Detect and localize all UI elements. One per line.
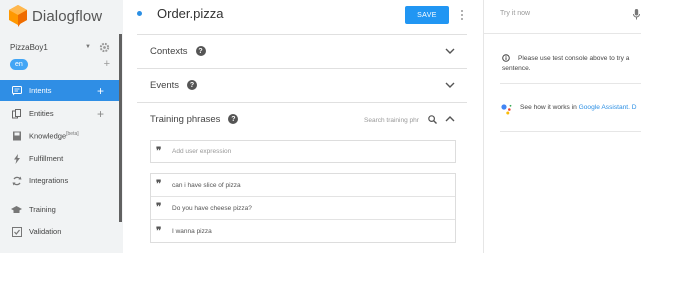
quote-icon: ❞	[156, 145, 162, 157]
search-icon[interactable]	[428, 115, 437, 124]
unsaved-indicator	[137, 11, 142, 16]
sidebar-scrollbar[interactable]	[119, 34, 122, 222]
intent-title[interactable]: Order.pizza	[157, 6, 223, 21]
help-icon[interactable]: ?	[195, 46, 206, 56]
contexts-section[interactable]: Contexts ?	[137, 34, 467, 67]
sidebar-item-label: Training	[29, 205, 56, 214]
sidebar-item-label: Fulfillment	[29, 154, 64, 163]
app-name: Dialogflow	[32, 7, 103, 25]
microphone-icon[interactable]	[633, 9, 640, 20]
integrations-icon	[11, 175, 22, 186]
dialogflow-logo-icon	[9, 5, 27, 27]
sidebar-item-entities[interactable]: Entities +	[0, 103, 120, 124]
google-assistant-text: See how it works in Google Assistant. D	[520, 104, 637, 111]
agent-selector[interactable]: PizzaBoy1 ▼	[10, 40, 110, 54]
save-button[interactable]: SAVE	[405, 6, 449, 24]
phrase-text: Do you have cheese pizza?	[172, 204, 252, 212]
google-assistant-link[interactable]: Google Assistant. D	[579, 104, 637, 111]
events-section[interactable]: Events ?	[137, 68, 467, 101]
divider	[484, 33, 641, 34]
more-options-icon[interactable]	[459, 8, 465, 22]
bolt-icon	[11, 153, 22, 164]
expression-placeholder: Add user expression	[172, 148, 232, 155]
list-item[interactable]: ❞ Do you have cheese pizza?	[151, 197, 455, 220]
help-icon[interactable]: ?	[228, 114, 239, 124]
sidebar-item-knowledge[interactable]: Knowledge[beta]	[0, 125, 120, 146]
sidebar-item-label: Intents	[29, 86, 52, 95]
caret-down-icon: ▼	[85, 44, 91, 50]
divider	[500, 131, 641, 132]
sidebar-item-label: Knowledge[beta]	[29, 130, 79, 141]
chat-icon	[11, 85, 22, 96]
sidebar-item-fulfillment[interactable]: Fulfillment	[0, 148, 120, 169]
training-search-input[interactable]: Search training phr	[364, 117, 424, 124]
language-row: en +	[10, 58, 110, 70]
logo[interactable]: Dialogflow	[9, 5, 102, 27]
graduation-cap-icon	[11, 204, 22, 215]
quote-icon: ❞	[156, 179, 162, 190]
chevron-down-icon[interactable]	[445, 47, 455, 55]
add-intent-icon[interactable]: +	[97, 85, 104, 97]
intent-editor: Order.pizza SAVE Contexts ? Events ? Tra…	[137, 0, 483, 253]
phrase-text: can i have slice of pizza	[172, 181, 241, 189]
add-user-expression-input[interactable]: ❞ Add user expression	[150, 140, 456, 163]
training-phrase-list: ❞ can i have slice of pizza ❞ Do you hav…	[150, 173, 456, 243]
beta-badge: [beta]	[66, 130, 79, 137]
chevron-down-icon[interactable]	[445, 81, 455, 89]
sidebar-item-integrations[interactable]: Integrations	[0, 170, 120, 191]
try-it-input[interactable]: Try it now	[500, 10, 530, 17]
book-icon	[11, 130, 22, 141]
quote-icon: ❞	[156, 202, 162, 213]
sidebar-item-intents[interactable]: Intents +	[0, 80, 120, 101]
list-item[interactable]: ❞ I wanna pizza	[151, 220, 455, 243]
gear-icon[interactable]	[99, 42, 110, 53]
entities-icon	[11, 108, 22, 119]
help-icon[interactable]: ?	[187, 80, 198, 90]
console-note: Please use test console above to try a s…	[502, 55, 630, 72]
sidebar-item-label: Entities	[29, 109, 54, 118]
section-title: Contexts	[150, 45, 188, 57]
sidebar-item-training[interactable]: Training	[0, 199, 120, 220]
list-item[interactable]: ❞ can i have slice of pizza	[151, 174, 455, 197]
dialogflow-console: Dialogflow PizzaBoy1 ▼ en + Intents + En…	[0, 0, 674, 303]
add-entity-icon[interactable]: +	[97, 108, 104, 120]
google-assistant-icon	[501, 104, 512, 115]
chevron-up-icon[interactable]	[445, 115, 455, 123]
sidebar: Dialogflow PizzaBoy1 ▼ en + Intents + En…	[0, 0, 123, 253]
sidebar-item-label: Integrations	[29, 176, 69, 185]
sidebar-item-validation[interactable]: Validation	[0, 221, 120, 242]
test-console: Try it now Please use test console above…	[483, 0, 641, 253]
training-phrases-section[interactable]: Training phrases ? Search training phr	[137, 102, 467, 135]
checkbox-icon	[11, 226, 22, 237]
divider	[500, 83, 641, 84]
language-badge[interactable]: en	[10, 58, 28, 70]
agent-name: PizzaBoy1	[10, 42, 48, 52]
add-language-icon[interactable]: +	[104, 58, 110, 70]
section-title: Events	[150, 79, 180, 91]
sidebar-item-label: Validation	[29, 227, 62, 236]
phrase-text: I wanna pizza	[172, 228, 212, 235]
section-title: Training phrases	[150, 113, 221, 125]
quote-icon: ❞	[156, 225, 162, 237]
